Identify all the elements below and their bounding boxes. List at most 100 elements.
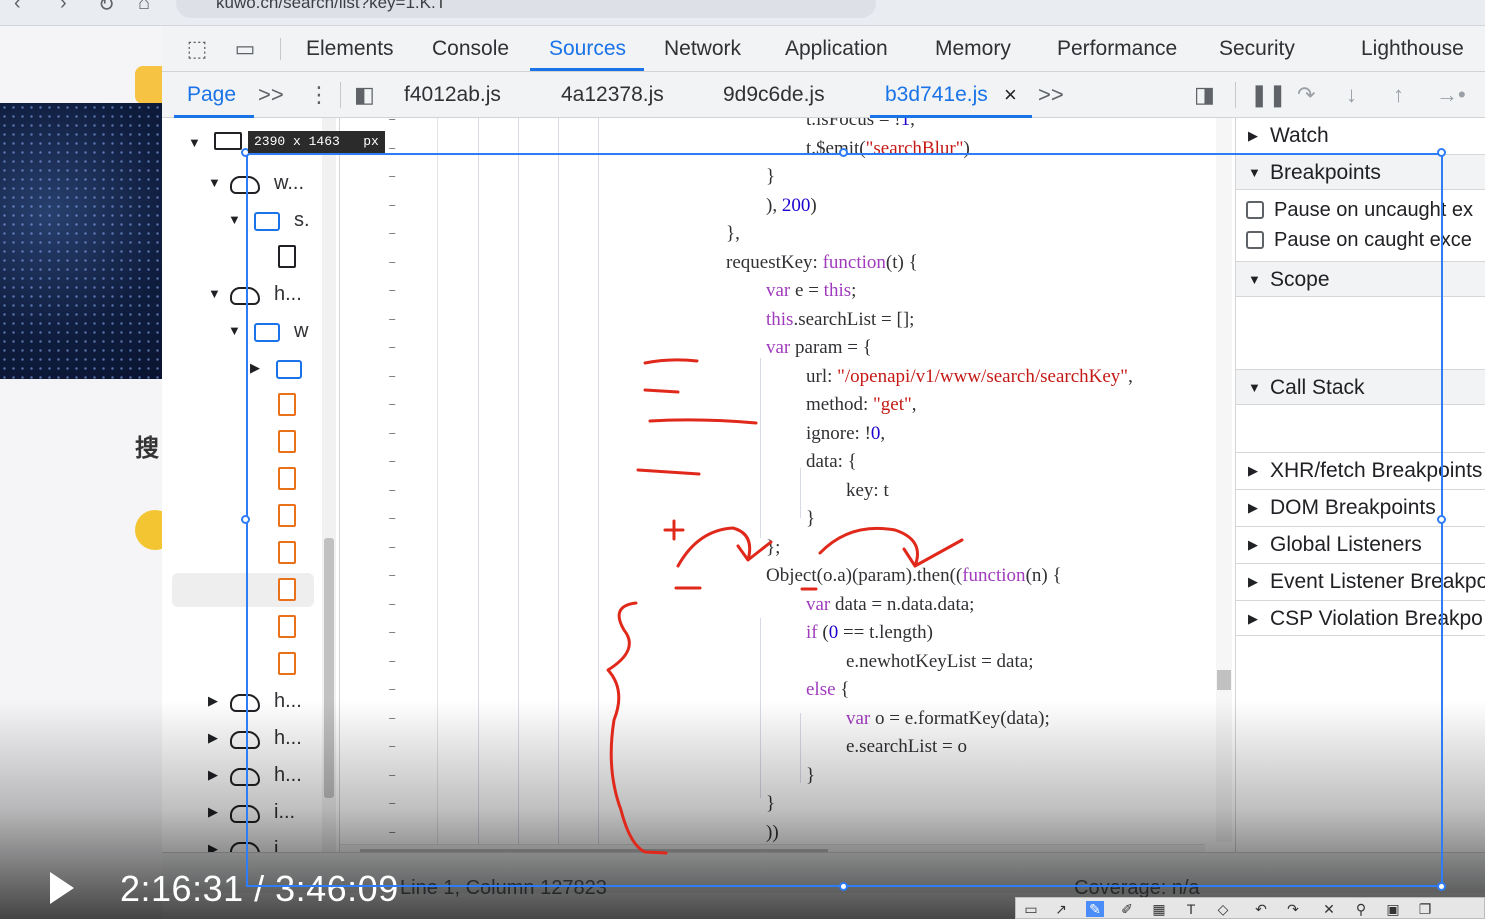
step-into-icon[interactable]: ↓: [1346, 81, 1357, 109]
forward-icon[interactable]: ›: [60, 0, 67, 15]
home-icon[interactable]: ⌂: [138, 0, 150, 15]
tab-application[interactable]: Application: [785, 36, 888, 62]
eraser-tool-icon[interactable]: ◇: [1214, 901, 1232, 917]
pause-caught-checkbox[interactable]: [1246, 231, 1264, 249]
tree-row-file[interactable]: [278, 390, 318, 420]
section-global-listeners[interactable]: ▶ Global Listeners: [1236, 526, 1485, 562]
tree-row[interactable]: ▶ i...: [208, 797, 328, 827]
resize-handle[interactable]: [1437, 148, 1446, 157]
section-csp-breakpoints[interactable]: ▶ CSP Violation Breakpo: [1236, 600, 1485, 636]
collapse-arrow-icon[interactable]: ▶: [250, 353, 260, 383]
tab-security[interactable]: Security: [1219, 36, 1295, 62]
scrollbar-thumb[interactable]: [1217, 670, 1231, 690]
text-tool-icon[interactable]: T: [1182, 901, 1200, 917]
resize-handle[interactable]: [1437, 515, 1446, 524]
collapse-arrow-icon[interactable]: ▶: [208, 797, 218, 827]
tree-row-file[interactable]: [278, 538, 318, 568]
pause-caught-option[interactable]: Pause on caught exce: [1246, 225, 1472, 255]
tree-row[interactable]: ▶ h...: [208, 760, 328, 790]
tree-row[interactable]: ▼ w...: [208, 168, 328, 198]
section-scope[interactable]: ▼ Scope: [1236, 261, 1485, 297]
inspect-element-icon[interactable]: ⬚: [184, 36, 210, 62]
back-icon[interactable]: ‹: [14, 0, 21, 15]
file-icon: [278, 467, 296, 499]
collapse-arrow-icon[interactable]: ▶: [208, 760, 218, 790]
play-icon[interactable]: [46, 868, 78, 908]
toggle-debugger-icon[interactable]: ◨: [1194, 81, 1215, 109]
more-files-icon[interactable]: >>: [1038, 81, 1064, 109]
pen-tool-icon[interactable]: ✎: [1086, 901, 1104, 917]
file-tab-f4012ab[interactable]: f4012ab.js: [404, 82, 501, 108]
line-tool-icon[interactable]: ↗: [1052, 901, 1070, 917]
code-editor[interactable]: – – – – – – – – – – – – – – – – – – – – – – – – – – t.isFocus = !…: [340, 118, 1235, 878]
more-tabs-icon[interactable]: >>: [258, 81, 284, 109]
tree-row[interactable]: ▼ h...: [208, 279, 328, 309]
tree-row-file[interactable]: [278, 427, 318, 457]
tree-row[interactable]: ▶ h...: [208, 723, 328, 753]
close-icon[interactable]: ×: [1004, 81, 1017, 109]
pause-icon[interactable]: ❚❚: [1250, 81, 1287, 109]
file-tab-9d9c6de[interactable]: 9d9c6de.js: [723, 82, 825, 108]
pause-uncaught-checkbox[interactable]: [1246, 201, 1264, 219]
redo-icon[interactable]: ↷: [1284, 901, 1302, 917]
tree-row-file[interactable]: [278, 242, 318, 272]
collapse-arrow-icon[interactable]: ▶: [208, 723, 218, 753]
file-tab-4a12378[interactable]: 4a12378.js: [561, 82, 664, 108]
pin-icon[interactable]: ⚲: [1352, 901, 1370, 917]
device-toolbar-icon[interactable]: ▭: [232, 36, 258, 62]
tree-row[interactable]: ▶: [250, 353, 320, 383]
file-tab-b3d741e[interactable]: b3d741e.js: [885, 82, 988, 108]
mosaic-tool-icon[interactable]: ▦: [1150, 901, 1168, 917]
expand-arrow-icon[interactable]: ▼: [188, 128, 201, 158]
save-icon[interactable]: ▣: [1384, 901, 1402, 917]
section-watch[interactable]: ▶ Watch: [1236, 118, 1485, 154]
expand-arrow-icon[interactable]: ▼: [208, 168, 221, 198]
collapse-arrow-icon[interactable]: ▶: [208, 686, 218, 716]
undo-icon[interactable]: ↶: [1252, 901, 1270, 917]
tab-memory[interactable]: Memory: [935, 36, 1011, 62]
tab-elements[interactable]: Elements: [306, 36, 394, 62]
copy-icon[interactable]: ❐: [1416, 901, 1434, 917]
expand-arrow-icon[interactable]: ▼: [228, 205, 241, 235]
marker-tool-icon[interactable]: ✐: [1118, 901, 1136, 917]
section-call-stack[interactable]: ▼ Call Stack: [1236, 369, 1485, 405]
expand-arrow-icon[interactable]: ▼: [228, 316, 241, 346]
tree-row-file[interactable]: [278, 649, 318, 679]
tree-row-file[interactable]: [278, 464, 318, 494]
code-line: key: t: [846, 479, 889, 501]
toggle-navigator-icon[interactable]: ◧: [354, 81, 375, 109]
expand-arrow-icon[interactable]: ▼: [208, 279, 221, 309]
navigator-scrollbar[interactable]: [322, 118, 336, 878]
step-over-icon[interactable]: ↷: [1297, 81, 1315, 109]
section-dom-breakpoints[interactable]: ▶ DOM Breakpoints: [1236, 489, 1485, 525]
step-out-icon[interactable]: ↑: [1393, 81, 1404, 109]
section-event-listener-breakpoints[interactable]: ▶ Event Listener Breakpo: [1236, 563, 1485, 599]
kebab-menu-icon[interactable]: ⋮: [308, 81, 330, 109]
scrollbar-thumb[interactable]: [324, 538, 334, 798]
tree-row-file-selected[interactable]: [278, 575, 318, 605]
editor-vertical-scrollbar[interactable]: [1216, 118, 1232, 842]
address-bar[interactable]: kuwo.cn/search/list?key=1.K.T: [176, 0, 876, 18]
resize-handle[interactable]: [839, 882, 848, 891]
tab-console[interactable]: Console: [432, 36, 509, 62]
resize-handle[interactable]: [1437, 882, 1446, 891]
tree-row-file[interactable]: [278, 612, 318, 642]
section-xhr-breakpoints[interactable]: ▶ XHR/fetch Breakpoints: [1236, 452, 1485, 488]
pause-uncaught-option[interactable]: Pause on uncaught ex: [1246, 195, 1473, 225]
tree-row[interactable]: ▶ h...: [208, 686, 328, 716]
cancel-icon[interactable]: ✕: [1320, 901, 1338, 917]
resize-handle[interactable]: [839, 148, 848, 157]
step-icon[interactable]: →•: [1436, 81, 1466, 109]
section-breakpoints[interactable]: ▼ Breakpoints: [1236, 154, 1485, 190]
tab-sources[interactable]: Sources: [549, 36, 626, 62]
tab-lighthouse[interactable]: Lighthouse: [1361, 36, 1464, 62]
rectangle-tool-icon[interactable]: ▭: [1022, 901, 1040, 917]
resize-handle[interactable]: [241, 515, 250, 524]
site-logo-icon[interactable]: [135, 66, 162, 104]
tab-network[interactable]: Network: [664, 36, 741, 62]
reload-icon[interactable]: ↻: [98, 0, 115, 17]
tab-performance[interactable]: Performance: [1057, 36, 1177, 62]
tab-page[interactable]: Page: [187, 82, 236, 108]
tree-row-file[interactable]: [278, 501, 318, 531]
avatar[interactable]: [135, 510, 162, 550]
